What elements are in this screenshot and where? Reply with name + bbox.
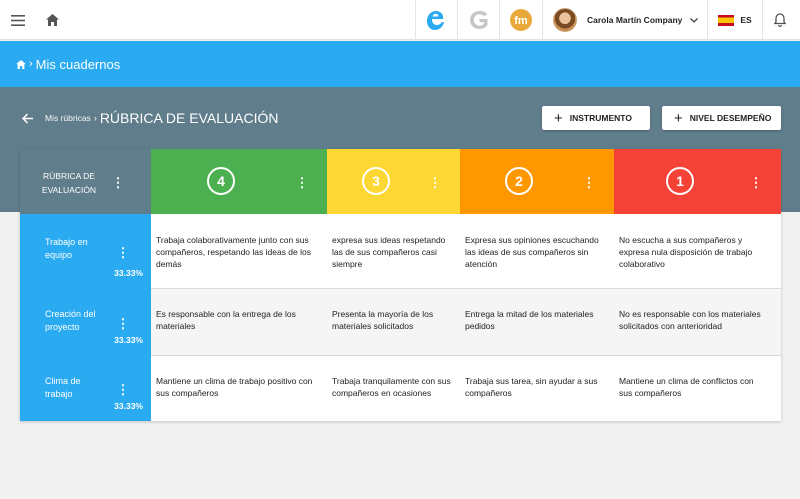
descriptor-cell[interactable]: Trabaja sus tarea, sin ayudar a sus comp… [460, 355, 614, 421]
more-vert-icon[interactable]: ⋮ [750, 174, 763, 190]
breadcrumb-separator: › [29, 58, 33, 70]
more-vert-icon[interactable]: ⋮ [296, 174, 309, 190]
divider [762, 0, 763, 40]
bell-icon[interactable] [764, 0, 796, 40]
user-menu[interactable]: Carola Martín Company [543, 0, 707, 40]
more-vert-icon[interactable]: ⋮ [112, 174, 125, 190]
descriptor-text: expresa sus ideas respetando las de sus … [332, 235, 446, 269]
breadcrumb: › Mis cuadernos [0, 41, 800, 87]
page-title: RÚBRICA DE EVALUACIÓN [99, 110, 279, 126]
avatar [553, 8, 577, 32]
level-badge: 3 [362, 167, 390, 195]
level-header-3: 3 ⋮ [327, 149, 460, 214]
rubric-corner-header: RÚBRICA DE EVALUACIÓN ⋮ [20, 149, 151, 214]
criterion-weight: 33.33% [114, 268, 143, 278]
top-bar: fm Carola Martín Company ES [0, 0, 800, 40]
descriptor-cell[interactable]: Presenta la mayoría de los materiales so… [327, 288, 460, 355]
more-vert-icon[interactable]: ⋮ [117, 381, 130, 397]
menu-icon[interactable] [4, 0, 32, 40]
level-header-4: 4 ⋮ [151, 149, 327, 214]
more-vert-icon[interactable]: ⋮ [117, 244, 130, 260]
add-level-button[interactable]: + NIVEL DESEMPEÑO [662, 106, 781, 130]
descriptor-cell[interactable]: Trabaja colaborativamente junto con sus … [151, 214, 327, 288]
descriptor-cell[interactable]: Mantiene un clima de trabajo positivo co… [151, 355, 327, 421]
more-vert-icon[interactable]: ⋮ [117, 315, 130, 331]
language-code: ES [740, 15, 752, 25]
level-header-1: 1 ⋮ [614, 149, 781, 214]
breadcrumb-separator: › [93, 113, 97, 123]
g-app-icon[interactable] [458, 0, 500, 40]
rubric-table: RÚBRICA DE EVALUACIÓN ⋮ 4 ⋮ 3 ⋮ 2 ⋮ 1 ⋮ … [20, 149, 781, 421]
criterion-cell[interactable]: Creación del proyecto 33.33% [20, 288, 151, 355]
fm-app-icon[interactable]: fm [500, 0, 542, 40]
criterion-name: Clima de trabajo [45, 376, 81, 399]
language-selector[interactable]: ES [708, 0, 762, 40]
home-icon[interactable] [38, 0, 66, 40]
descriptor-text: Trabaja sus tarea, sin ayudar a sus comp… [465, 376, 598, 398]
parent-link[interactable]: Mis rúbricas [45, 113, 91, 123]
level-header-2: 2 ⋮ [460, 149, 614, 214]
descriptor-text: Entrega la mitad de los materiales pedid… [465, 309, 594, 331]
descriptor-text: Es responsable con la entrega de los mat… [156, 309, 296, 331]
level-badge: 4 [207, 167, 235, 195]
home-icon[interactable] [16, 59, 26, 69]
back-arrow-icon[interactable] [20, 110, 36, 126]
descriptor-text: Expresa sus opiniones escuchando las ide… [465, 235, 599, 269]
descriptor-cell[interactable]: Trabaja tranquilamente con sus compañero… [327, 355, 460, 421]
descriptor-text: No es responsable con los materiales sol… [619, 309, 761, 331]
descriptor-text: Mantiene un clima de conflictos con sus … [619, 376, 754, 398]
descriptor-cell[interactable]: expresa sus ideas respetando las de sus … [327, 214, 460, 288]
descriptor-text: Mantiene un clima de trabajo positivo co… [156, 376, 313, 398]
descriptor-text: Trabaja tranquilamente con sus compañero… [332, 376, 451, 398]
page-breadcrumb: Mis rúbricas › RÚBRICA DE EVALUACIÓN [45, 108, 278, 128]
plus-icon: + [674, 109, 683, 127]
descriptor-text: No escucha a sus compañeros y expresa nu… [619, 235, 753, 269]
add-instrument-label: INSTRUMENTO [569, 113, 632, 123]
add-instrument-button[interactable]: + INSTRUMENTO [542, 106, 650, 130]
descriptor-cell[interactable]: Expresa sus opiniones escuchando las ide… [460, 214, 614, 288]
criterion-weight: 33.33% [114, 335, 143, 345]
criterion-cell[interactable]: Clima de trabajo 33.33% [20, 355, 151, 421]
descriptor-text: Trabaja colaborativamente junto con sus … [156, 235, 311, 269]
descriptor-cell[interactable]: No es responsable con los materiales sol… [614, 288, 781, 355]
descriptor-cell[interactable]: Mantiene un clima de conflictos con sus … [614, 355, 781, 421]
descriptor-cell[interactable]: Entrega la mitad de los materiales pedid… [460, 288, 614, 355]
breadcrumb-current[interactable]: Mis cuadernos [36, 57, 121, 72]
criterion-cell[interactable]: Trabajo en equipo 33.33% [20, 214, 151, 288]
level-badge: 2 [505, 167, 533, 195]
user-name: Carola Martín Company [587, 15, 683, 25]
descriptor-text: Presenta la mayoría de los materiales so… [332, 309, 434, 331]
more-vert-icon[interactable]: ⋮ [583, 174, 596, 190]
add-level-label: NIVEL DESEMPEÑO [689, 113, 772, 123]
level-badge: 1 [666, 167, 694, 195]
chevron-down-icon [690, 17, 699, 23]
e-app-icon[interactable] [416, 0, 458, 40]
spain-flag-icon [718, 14, 735, 26]
more-vert-icon[interactable]: ⋮ [429, 174, 442, 190]
descriptor-cell[interactable]: Es responsable con la entrega de los mat… [151, 288, 327, 355]
criterion-name: Trabajo en equipo [45, 237, 88, 260]
criterion-weight: 33.33% [114, 401, 143, 411]
svg-text:fm: fm [514, 15, 528, 27]
descriptor-cell[interactable]: No escucha a sus compañeros y expresa nu… [614, 214, 781, 288]
criterion-name: Creación del proyecto [45, 309, 96, 332]
plus-icon: + [554, 109, 563, 127]
rubric-corner-label: RÚBRICA DE EVALUACIÓN [41, 171, 97, 195]
